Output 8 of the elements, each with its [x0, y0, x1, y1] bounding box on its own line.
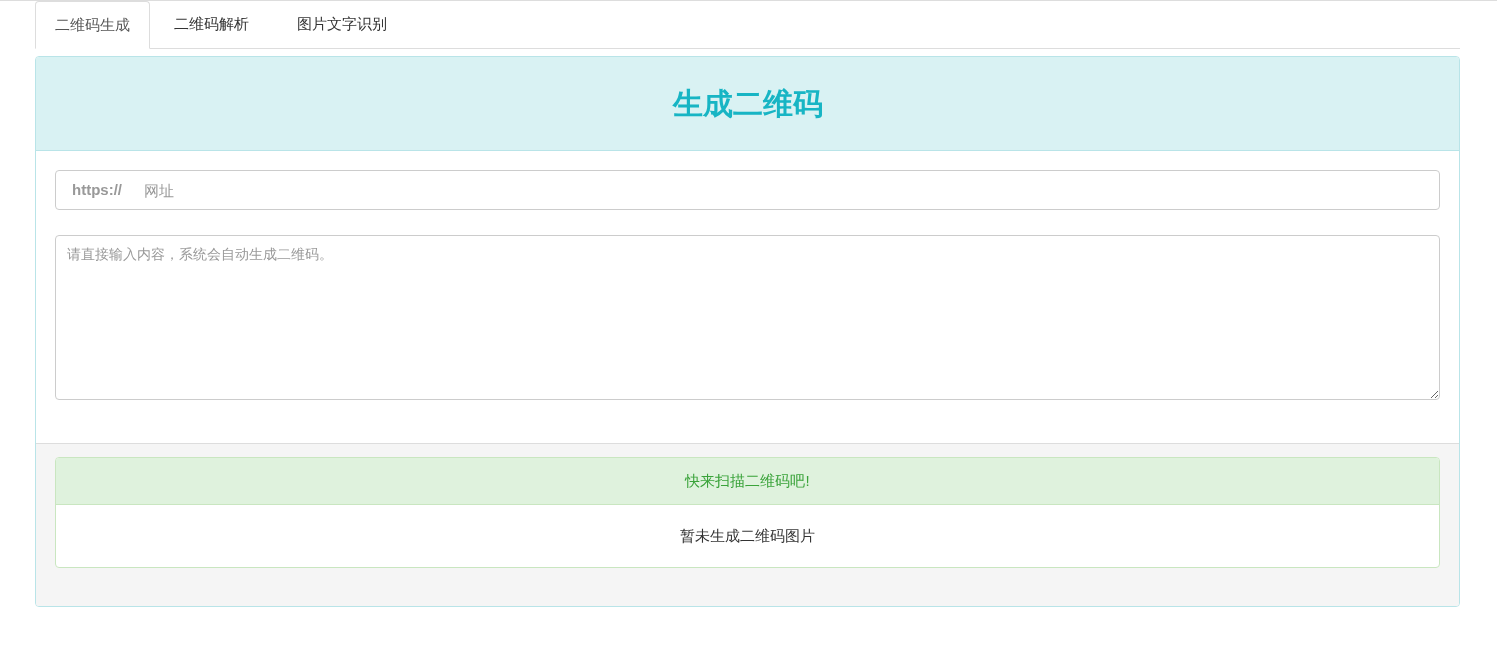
- tab[interactable]: 图片文字识别: [273, 1, 411, 48]
- tab[interactable]: 二维码解析: [150, 1, 273, 48]
- tab[interactable]: 二维码生成: [35, 1, 150, 49]
- result-heading: 快来扫描二维码吧!: [685, 470, 810, 491]
- result-message: 暂未生成二维码图片: [680, 525, 815, 546]
- url-prefix: https://: [72, 180, 122, 200]
- panel-title: 生成二维码: [672, 86, 823, 122]
- content-field[interactable]: 请直接输入内容，系统会自动生成二维码。: [55, 235, 1440, 400]
